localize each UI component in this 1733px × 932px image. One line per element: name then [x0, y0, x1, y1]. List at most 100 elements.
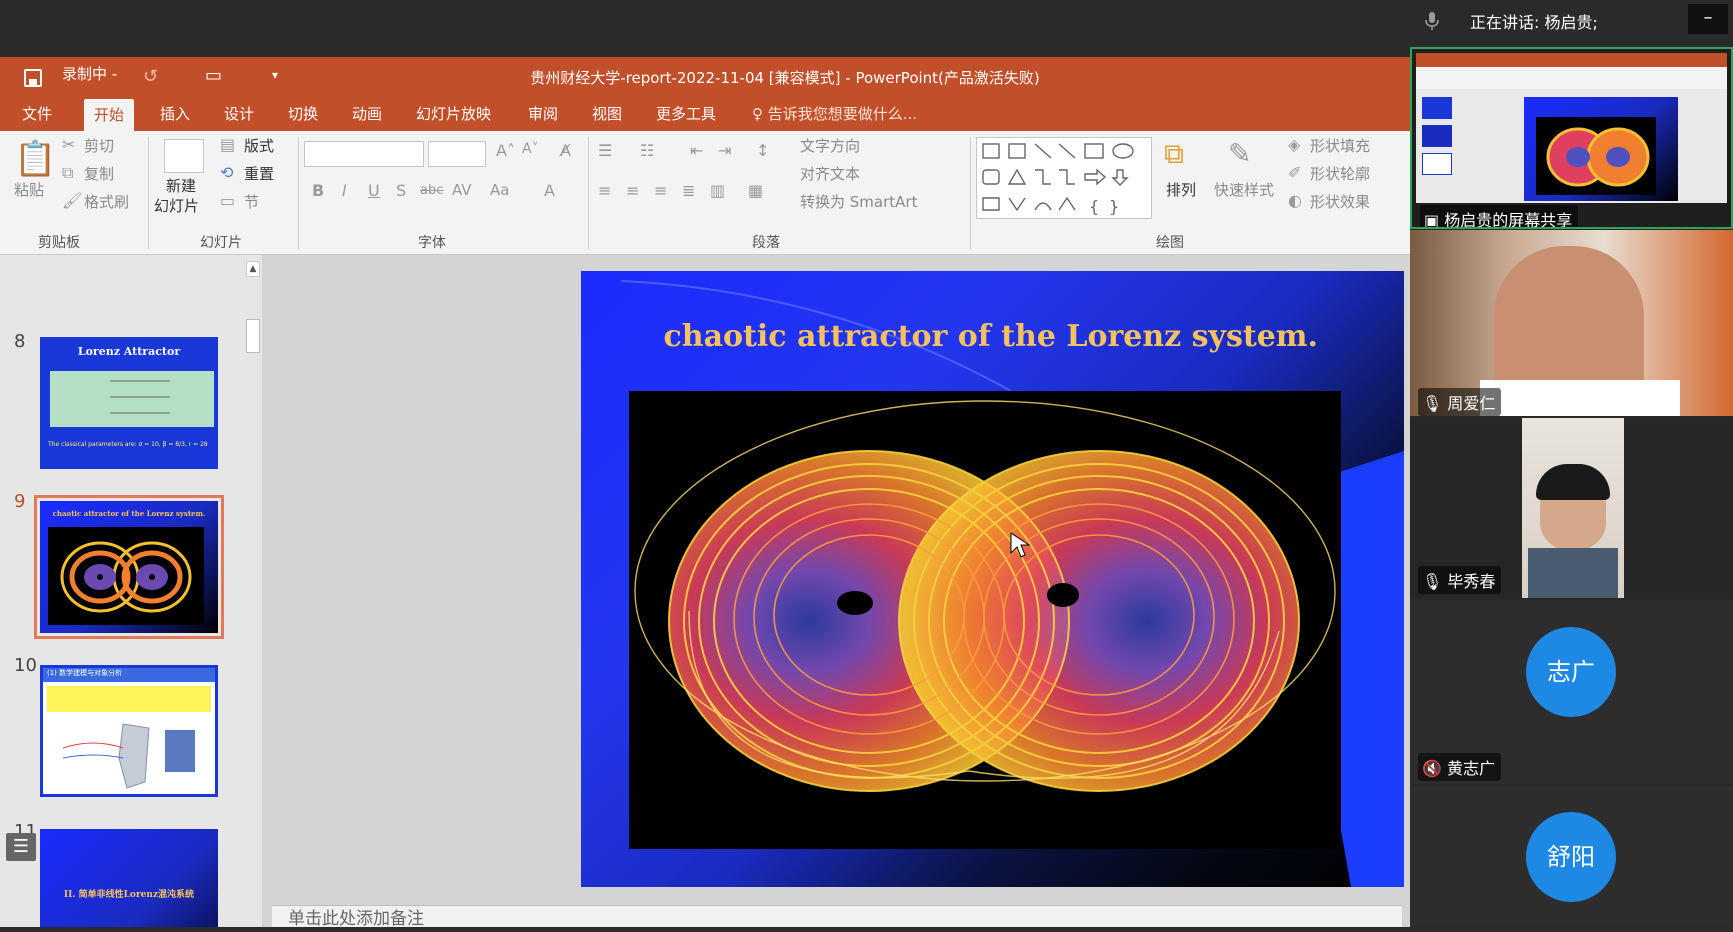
char-spacing-icon[interactable]: AV	[452, 181, 472, 199]
increase-indent-icon[interactable]: ⇥	[718, 141, 731, 160]
strikethrough-icon[interactable]: abc	[420, 183, 443, 198]
cut-icon: ✂	[62, 135, 76, 154]
slide-thumbnail-11[interactable]: II. 简单非线性Lorenz混沌系统	[40, 829, 218, 927]
change-case-icon[interactable]: Aa	[490, 181, 509, 199]
outline-view-icon[interactable]: ☰	[6, 833, 36, 861]
avatar: 舒阳	[1526, 812, 1616, 902]
reset-button[interactable]: 重置	[244, 163, 274, 184]
align-text-button[interactable]: 对齐文本	[800, 163, 860, 184]
cut-button[interactable]: 剪切	[84, 135, 114, 156]
tab-transitions[interactable]: 切换	[278, 97, 328, 131]
increase-font-icon[interactable]: A˄	[496, 141, 515, 160]
tab-review[interactable]: 审阅	[518, 97, 568, 131]
avatar: 志广	[1526, 627, 1616, 717]
document-title: 贵州财经大学-report-2022-11-04 [兼容模式] - PowerP…	[530, 69, 1040, 87]
tab-view[interactable]: 视图	[582, 97, 632, 131]
tab-animations[interactable]: 动画	[342, 97, 392, 131]
notes-pane[interactable]: 单击此处添加备注	[272, 905, 1402, 929]
shape-outline-icon: ✐	[1288, 163, 1302, 182]
video-tile-bi[interactable]: 🎙 毕秀春	[1410, 418, 1733, 598]
quick-styles-icon[interactable]: ✎	[1228, 137, 1251, 170]
tell-me-text: 告诉我您想要做什么...	[767, 105, 918, 123]
align-center-icon[interactable]: ≡	[626, 181, 639, 200]
text-direction-button[interactable]: 文字方向	[800, 135, 860, 156]
avatar-tile-shu[interactable]: 舒阳	[1410, 786, 1733, 927]
participants-panel: ▣ 杨启贵的屏幕共享 🎙 周爱仁 🎙 毕秀春 志广 🔇 黄志广 舒阳	[1410, 47, 1733, 927]
slides-group-label: 幻灯片	[200, 235, 242, 251]
divider	[148, 137, 149, 249]
layout-button[interactable]: 版式	[244, 135, 274, 156]
font-family-select[interactable]	[304, 141, 424, 167]
lorenz-attractor-graphic	[634, 400, 1336, 792]
italic-icon[interactable]: I	[342, 181, 347, 200]
tab-slideshow[interactable]: 幻灯片放映	[406, 97, 501, 131]
lorenz-attractor-thumbnail	[48, 527, 204, 625]
shape-fill-button[interactable]: 形状填充	[1310, 135, 1370, 156]
arrange-button[interactable]: 排列	[1166, 179, 1196, 200]
slide-thumbnail-9[interactable]: chaotic attractor of the Lorenz system.	[34, 495, 224, 639]
screen-share-tile[interactable]: ▣ 杨启贵的屏幕共享	[1410, 47, 1733, 229]
smartart-button[interactable]: 转换为 SmartArt	[800, 191, 917, 212]
minimize-button[interactable]: –	[1688, 4, 1728, 34]
shared-screen-preview	[1416, 53, 1727, 203]
slide-thumbnail-8[interactable]: Lorenz Attractor The classical parameter…	[40, 337, 218, 469]
align-left-icon[interactable]: ≡	[598, 181, 611, 200]
numbering-icon[interactable]: ☷	[640, 141, 654, 160]
columns-icon[interactable]: ▦	[748, 181, 763, 200]
current-slide[interactable]: chaotic attractor of the Lorenz system.	[581, 271, 1404, 887]
tell-me-search[interactable]: ♀ 告诉我您想要做什么...	[752, 97, 917, 131]
font-size-select[interactable]	[428, 141, 486, 167]
ribbon: 📋 粘贴 ✂ 剪切 ⧉ 复制 🖌 格式刷 剪贴板 新建 幻灯片 ▤ 版式 ⟲ 重…	[0, 131, 1410, 255]
tab-file[interactable]: 文件	[12, 97, 62, 131]
avatar-tile-huang[interactable]: 志广 🔇 黄志广	[1410, 600, 1733, 784]
highlight-box	[47, 686, 211, 712]
clear-format-icon[interactable]: A̸	[560, 141, 571, 160]
tab-more-tools[interactable]: 更多工具	[646, 97, 726, 131]
new-slide-icon[interactable]	[164, 139, 204, 173]
thumbnail-title: II. 简单非线性Lorenz混沌系统	[63, 890, 195, 900]
shadow-icon[interactable]: S	[396, 181, 406, 200]
format-painter-button[interactable]: 格式刷	[84, 191, 129, 212]
participant-label: ▣ 杨启贵的屏幕共享	[1420, 205, 1579, 227]
video-tile-zhou[interactable]: 🎙 周爱仁	[1410, 230, 1733, 416]
line-spacing-icon[interactable]: ↕	[756, 141, 769, 160]
tab-home[interactable]: 开始	[84, 99, 135, 131]
drawing-group-label: 绘图	[1156, 235, 1184, 251]
divider	[970, 137, 971, 249]
divider	[588, 137, 589, 249]
participant-label: 🎙 毕秀春	[1418, 566, 1502, 594]
distributed-icon[interactable]: ▥	[710, 181, 725, 200]
participant-label: 🔇 黄志广	[1418, 753, 1502, 781]
slide-thumbnail-10[interactable]: (1) 数学建模与对象分析	[40, 665, 218, 797]
tab-insert[interactable]: 插入	[150, 97, 200, 131]
tab-design[interactable]: 设计	[214, 97, 264, 131]
quick-styles-button[interactable]: 快速样式	[1214, 179, 1274, 200]
clipboard-group-label: 剪贴板	[38, 235, 80, 251]
bold-icon[interactable]: B	[312, 181, 324, 200]
shape-outline-button[interactable]: 形状轮廓	[1310, 163, 1370, 184]
underline-icon[interactable]: U	[368, 181, 380, 200]
align-right-icon[interactable]: ≡	[654, 181, 667, 200]
shape-effects-button[interactable]: 形状效果	[1310, 191, 1370, 212]
section-button[interactable]: 节	[244, 191, 259, 212]
paste-icon[interactable]: 📋	[14, 139, 56, 179]
new-slide-button[interactable]: 新建	[166, 175, 196, 196]
copy-button[interactable]: 复制	[84, 163, 114, 184]
font-color-icon[interactable]: A	[544, 181, 555, 200]
bullets-icon[interactable]: ☰	[598, 141, 612, 160]
thumbnails-scrollbar[interactable]: ▲	[244, 255, 262, 927]
slide-number: 9	[14, 491, 26, 512]
justify-icon[interactable]: ≣	[682, 181, 695, 200]
scroll-thumb[interactable]	[246, 319, 260, 353]
new-slide-button-line2[interactable]: 幻灯片	[154, 195, 199, 216]
decrease-font-icon[interactable]: A˅	[522, 141, 539, 157]
decrease-indent-icon[interactable]: ⇤	[690, 141, 703, 160]
scroll-up-icon[interactable]: ▲	[246, 261, 260, 277]
slide-number: 10	[14, 655, 37, 676]
microphone-icon: 🎙	[1422, 572, 1448, 591]
arrange-icon[interactable]: ⧉	[1164, 137, 1184, 171]
paste-button[interactable]: 粘贴	[14, 179, 44, 200]
shapes-gallery[interactable]: { }	[976, 137, 1152, 219]
title-bar: 录制中 - ↺ ▭ ▾ 贵州财经大学-report-2022-11-04 [兼容…	[0, 57, 1410, 97]
lorenz-attractor-image	[629, 391, 1341, 849]
